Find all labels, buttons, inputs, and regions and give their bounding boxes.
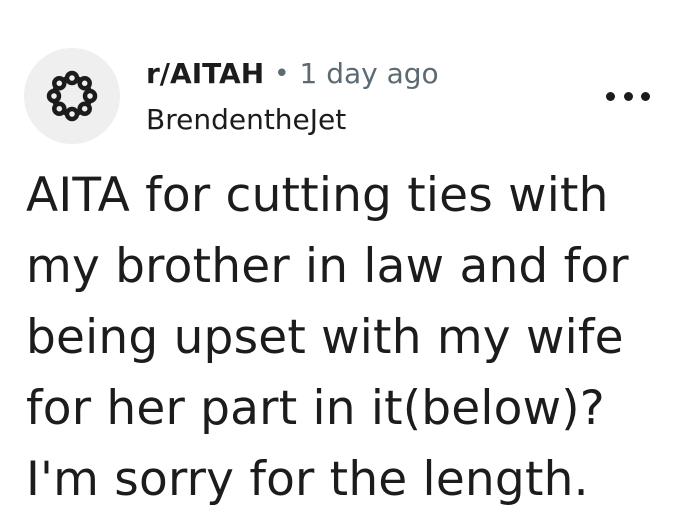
more-options-icon-dot <box>641 91 650 101</box>
community-ring-icon <box>46 70 98 122</box>
author-link[interactable]: BrendentheJet <box>146 102 439 138</box>
more-options-icon-dot <box>623 91 633 101</box>
more-options-button[interactable] <box>606 86 650 106</box>
post-timestamp: 1 day ago <box>299 57 439 90</box>
post-meta: r/AITAH • 1 day ago BrendentheJet <box>146 54 439 138</box>
reddit-post: r/AITAH • 1 day ago BrendentheJet AITA f… <box>0 0 678 526</box>
post-meta-line: r/AITAH • 1 day ago <box>146 54 439 94</box>
meta-separator: • <box>274 59 290 89</box>
subreddit-avatar[interactable] <box>24 48 120 144</box>
more-options-icon-dot <box>606 91 615 101</box>
subreddit-link[interactable]: r/AITAH <box>146 60 264 88</box>
post-title[interactable]: AITA for cutting ties with my brother in… <box>26 160 666 515</box>
